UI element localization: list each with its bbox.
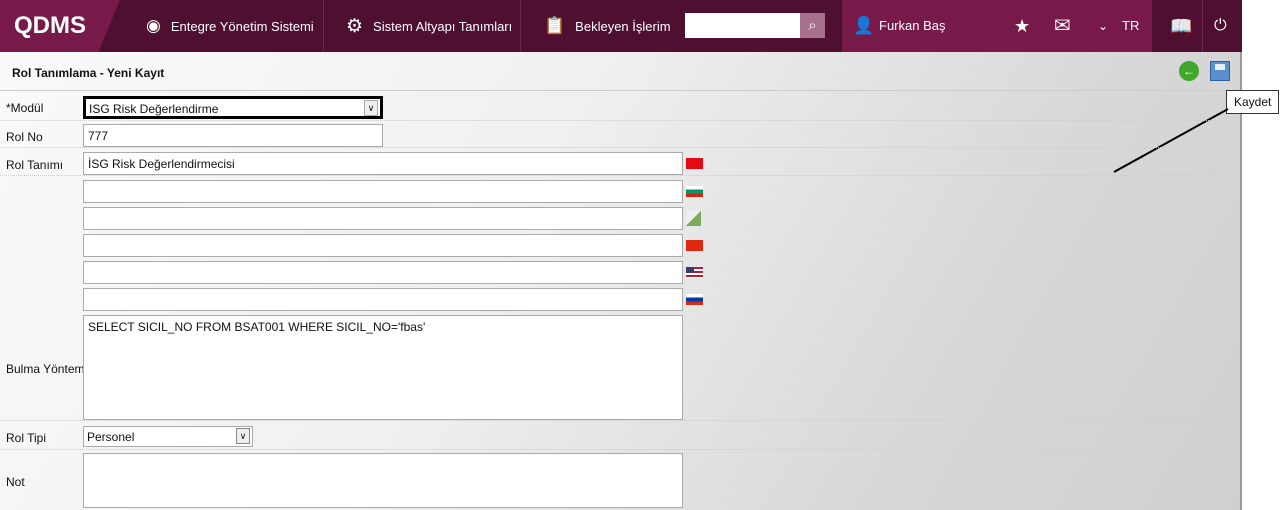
clipboard-icon: 📋 (544, 16, 566, 35)
tooltip-kaydet: Kaydet (1226, 90, 1280, 114)
roltipi-select[interactable]: Personel ∨ (83, 426, 253, 447)
mail-icon[interactable]: ✉ (1054, 0, 1071, 52)
not-textarea[interactable] (83, 453, 683, 508)
chevron-down-icon: ∨ (236, 428, 250, 444)
modul-select[interactable]: ISG Risk Değerlendirme ∨ (83, 96, 383, 119)
bulma-textarea[interactable]: SELECT SICIL_NO FROM BSAT001 WHERE SICIL… (83, 315, 683, 420)
bulma-label: Bulma Yöntemi (6, 362, 88, 376)
nav-bekleyen-islerim[interactable]: 📋 Bekleyen İşlerim (520, 0, 671, 52)
q-icon: ◉ (146, 16, 161, 35)
roltipi-label: Rol Tipi (6, 431, 47, 445)
search-icon: ⌕ (808, 17, 817, 34)
chevron-down-icon: ∨ (364, 100, 378, 116)
page-title: Rol Tanımlama - Yeni Kayıt (12, 66, 165, 80)
user-icon: 👤 (853, 16, 875, 35)
qdms-logo[interactable]: QDMS (0, 0, 120, 52)
roltanimi-label: Rol Tanımı (6, 158, 64, 172)
nav-entegre[interactable]: ◉ Entegre Yönetim Sistemi (122, 0, 314, 52)
roltanimi-tr-input[interactable]: İSG Risk Değerlendirmecisi (83, 152, 683, 175)
search-button[interactable]: ⌕ (800, 13, 825, 38)
modul-label: *Modül (6, 101, 44, 115)
flag-tr-icon (686, 158, 703, 169)
nav-sistem-altyapi[interactable]: ⚙ Sistem Altyapı Tanımları (322, 0, 512, 52)
star-icon[interactable]: ★ (1014, 0, 1030, 52)
manual-book-icon[interactable]: 📖 (1170, 0, 1192, 52)
chevron-down-icon[interactable]: ⌄ (1098, 0, 1108, 52)
language-selector[interactable]: TR (1122, 0, 1139, 52)
gear-icon: ⚙ (346, 15, 364, 37)
power-icon[interactable]: ⏻ (1214, 0, 1227, 52)
save-icon[interactable] (1210, 61, 1230, 81)
back-icon[interactable]: ← (1179, 61, 1199, 81)
user-name[interactable]: Furkan Baş (879, 0, 945, 52)
top-navbar: QDMS ◉ Entegre Yönetim Sistemi ⚙ Sistem Al… (0, 0, 1242, 52)
rolno-input[interactable]: 777 (83, 124, 383, 147)
search-input[interactable] (685, 13, 800, 38)
not-label: Not (6, 475, 25, 489)
rolno-label: Rol No (6, 130, 43, 144)
